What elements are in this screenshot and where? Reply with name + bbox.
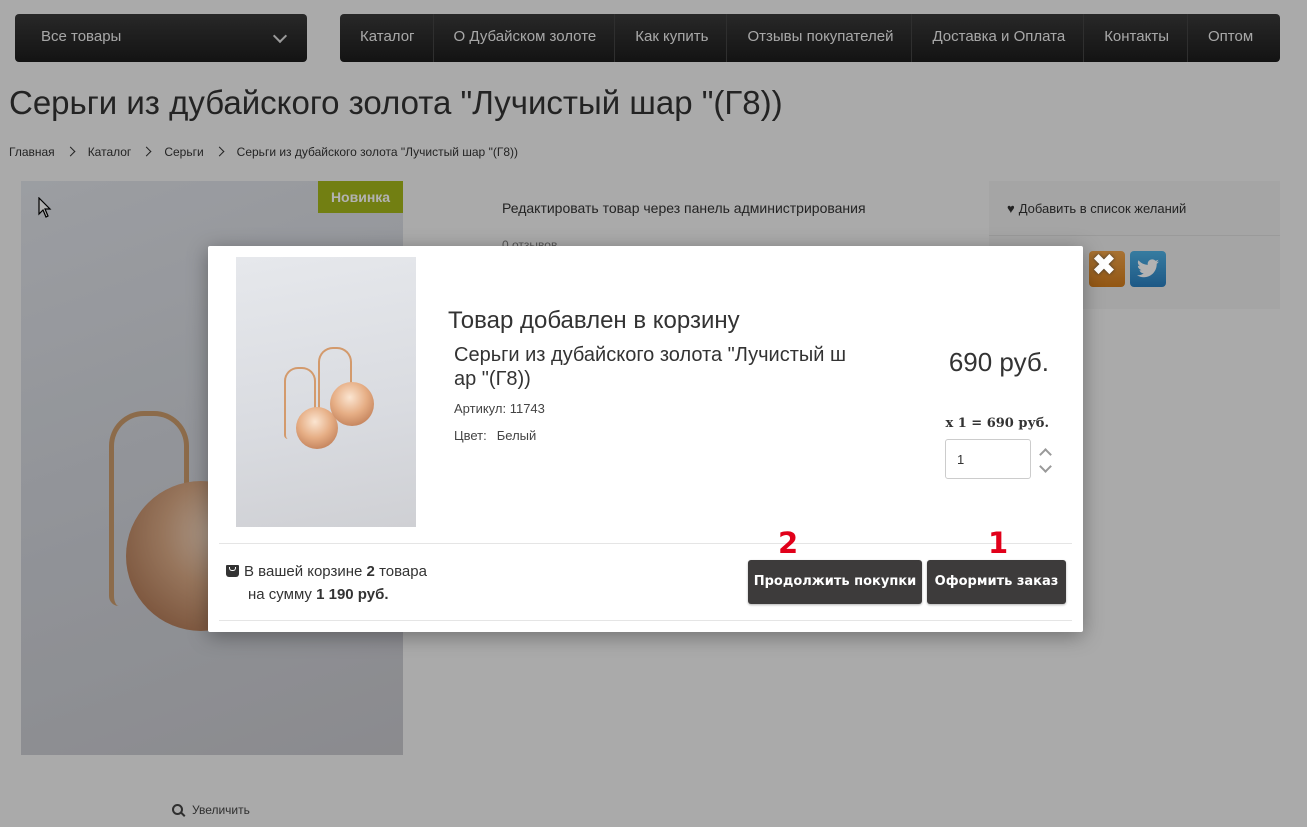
divider <box>219 543 1072 544</box>
cart-text-items: товара <box>379 563 427 580</box>
cart-sum: 1 190 руб. <box>316 586 389 603</box>
cart-sum-line: на сумму 1 190 руб. <box>226 583 427 606</box>
modal-line-total: x 1 = 690 руб. <box>945 416 1049 431</box>
annotation-number-1: 1 <box>988 526 1009 560</box>
checkout-button[interactable]: Оформить заказ <box>927 560 1066 604</box>
modal-color: Цвет: Белый <box>454 428 536 443</box>
cart-summary: В вашей корзине 2 товара на сумму 1 190 … <box>226 560 427 606</box>
sku-value: 11743 <box>509 401 545 416</box>
close-icon[interactable]: ✖ <box>1088 251 1120 283</box>
color-label: Цвет: <box>454 428 487 443</box>
divider <box>219 620 1072 621</box>
cart-added-modal: Товар добавлен в корзину Серьги из дубай… <box>208 246 1083 632</box>
chevron-up-down-icon[interactable] <box>1039 448 1052 474</box>
modal-price: 690 руб. <box>948 347 1049 377</box>
cart-sum-label: на сумму <box>248 586 312 603</box>
continue-shopping-button[interactable]: Продолжить покупки <box>748 560 922 604</box>
cart-count: 2 <box>366 563 375 580</box>
cart-text: В вашей корзине <box>244 563 363 580</box>
earring-ball-right <box>330 382 374 426</box>
quantity-decrease[interactable] <box>1039 460 1052 473</box>
shopping-bag-icon <box>226 565 239 577</box>
annotation-number-2: 2 <box>778 526 799 560</box>
sku-label: Артикул: <box>454 401 507 416</box>
modal-product-name[interactable]: Серьги из дубайского золота "Лучистый ша… <box>454 343 849 391</box>
color-value: Белый <box>496 428 537 443</box>
modal-heading: Товар добавлен в корзину <box>448 307 740 334</box>
modal-product-image <box>236 257 416 527</box>
quantity-increase[interactable] <box>1039 448 1052 461</box>
modal-sku: Артикул: 11743 <box>454 401 545 416</box>
quantity-input[interactable] <box>945 439 1031 479</box>
